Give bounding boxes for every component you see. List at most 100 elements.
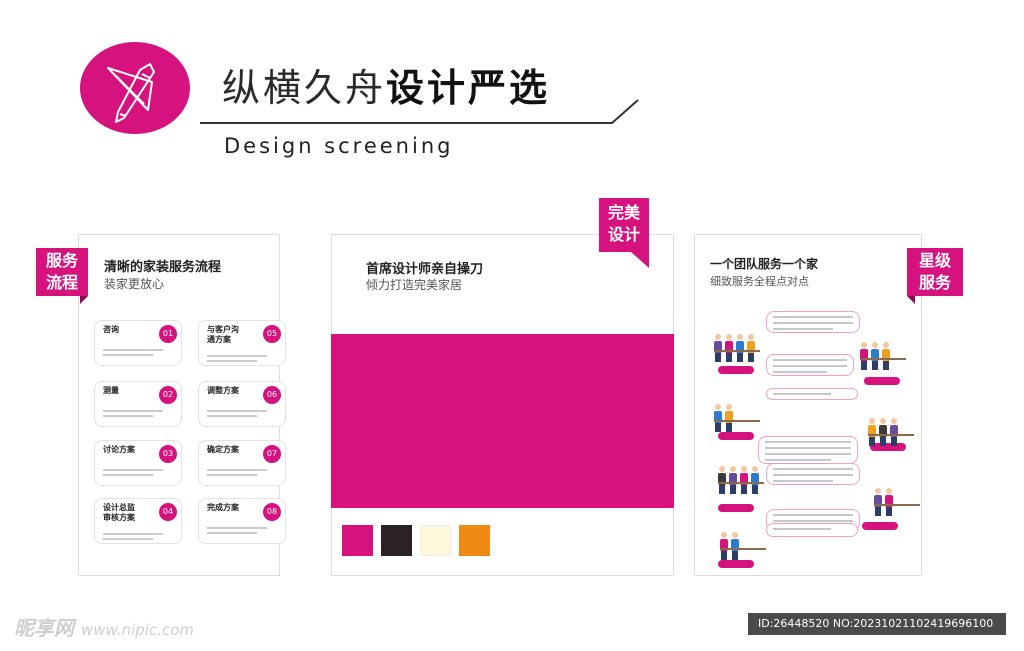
step-number-badge: 02 xyxy=(159,386,177,404)
bubble-text-line xyxy=(773,393,831,395)
figure-head xyxy=(732,532,738,538)
logo-circle xyxy=(80,42,190,134)
pencil-ruler-icon xyxy=(107,63,155,123)
figure-legs xyxy=(875,507,881,516)
process-step-card: 确定方案 07 xyxy=(198,440,286,486)
step-description-line xyxy=(103,349,163,351)
bubble-text-line xyxy=(773,322,853,324)
speech-bubble xyxy=(766,311,860,333)
step-description-line xyxy=(103,469,163,471)
role-label-pill xyxy=(862,522,898,530)
figure-head xyxy=(737,334,743,340)
page-subtitle: Design screening xyxy=(224,134,454,158)
step-description-line xyxy=(207,527,267,529)
tag-fold xyxy=(80,296,88,304)
figure-legs xyxy=(719,485,725,494)
step-description-line xyxy=(103,474,153,476)
bubble-text-line xyxy=(773,528,831,530)
figure-head xyxy=(715,334,721,340)
figure-legs xyxy=(726,423,732,432)
step-number-badge: 03 xyxy=(159,445,177,463)
figure-legs xyxy=(741,485,747,494)
process-step-card: 与客户沟 通方案 05 xyxy=(198,320,286,366)
step-name: 与客户沟 通方案 xyxy=(207,325,239,344)
figure-legs xyxy=(730,485,736,494)
role-label-pill xyxy=(718,366,754,374)
figure-legs xyxy=(732,551,738,560)
step-description-line xyxy=(103,533,163,535)
team-figure-group xyxy=(718,466,764,494)
figure-desk xyxy=(714,420,760,422)
step-description-line xyxy=(103,410,163,412)
step-description-line xyxy=(207,532,257,534)
step-name: 确定方案 xyxy=(207,445,239,454)
bubble-text-line xyxy=(773,316,853,318)
figure-legs xyxy=(883,361,889,370)
figure-legs xyxy=(715,423,721,432)
figure-head xyxy=(880,418,886,424)
process-step-card: 咨询 01 xyxy=(94,320,182,366)
step-number-badge: 07 xyxy=(263,445,281,463)
figure-head xyxy=(715,404,721,410)
step-name: 测量 xyxy=(103,386,119,395)
process-step-card: 完成方案 08 xyxy=(198,498,286,544)
figure-legs xyxy=(715,353,721,362)
step-number-badge: 01 xyxy=(159,325,177,343)
figure-head xyxy=(748,334,754,340)
step-description-line xyxy=(207,410,267,412)
step-name: 设计总监 审核方案 xyxy=(103,503,135,522)
figure-legs xyxy=(752,485,758,494)
figure-head xyxy=(741,466,747,472)
step-name: 讨论方案 xyxy=(103,445,135,454)
team-figure-group xyxy=(714,404,760,432)
tag-star-service: 星级 服务 xyxy=(907,248,963,296)
figure-head xyxy=(872,342,878,348)
speech-bubble xyxy=(766,388,858,400)
figure-legs xyxy=(880,437,886,446)
figure-legs xyxy=(891,437,897,446)
step-description-line xyxy=(103,415,153,417)
step-description-line xyxy=(103,354,153,356)
process-step-card: 测量 02 xyxy=(94,381,182,427)
step-description-line xyxy=(207,469,267,471)
step-number-badge: 06 xyxy=(263,386,281,404)
panel1-subheading: 装家更放心 xyxy=(104,277,165,291)
color-swatch xyxy=(420,525,451,556)
figure-head xyxy=(726,404,732,410)
figure-desk xyxy=(860,358,906,360)
step-description-line xyxy=(207,360,257,362)
figure-head xyxy=(883,342,889,348)
figure-legs xyxy=(726,353,732,362)
watermark: 昵享网 www.nipic.com xyxy=(14,616,194,640)
panel3-subheading: 细致服务全程点对点 xyxy=(710,275,809,288)
team-figure-group xyxy=(860,342,906,370)
figure-legs xyxy=(886,507,892,516)
tag-service-process: 服务 流程 xyxy=(36,248,88,296)
speech-bubble xyxy=(758,436,858,464)
step-description-line xyxy=(207,474,257,476)
step-number-badge: 08 xyxy=(263,503,281,521)
color-swatch xyxy=(381,525,412,556)
figure-legs xyxy=(861,361,867,370)
panel2-subheading: 倾力打造完美家居 xyxy=(366,278,463,292)
process-step-card: 调整方案 06 xyxy=(198,381,286,427)
figure-head xyxy=(875,488,881,494)
step-description-line xyxy=(103,538,153,540)
tag-perfect-design: 完美 设计 xyxy=(599,198,649,252)
figure-legs xyxy=(737,353,743,362)
tag-fold xyxy=(631,252,649,268)
figure-legs xyxy=(721,551,727,560)
figure-desk xyxy=(868,434,914,436)
bubble-text-line xyxy=(773,359,847,361)
figure-head xyxy=(730,466,736,472)
figure-head xyxy=(886,488,892,494)
figure-head xyxy=(869,418,875,424)
image-id-bar: ID:26448520 NO:20231021102419696100 xyxy=(748,613,1006,635)
speech-bubble xyxy=(766,354,854,376)
step-number-badge: 05 xyxy=(263,325,281,343)
figure-desk xyxy=(874,504,920,506)
figure-desk xyxy=(720,548,766,550)
bubble-text-line xyxy=(773,468,853,470)
figure-head xyxy=(861,342,867,348)
step-description-line xyxy=(207,415,257,417)
